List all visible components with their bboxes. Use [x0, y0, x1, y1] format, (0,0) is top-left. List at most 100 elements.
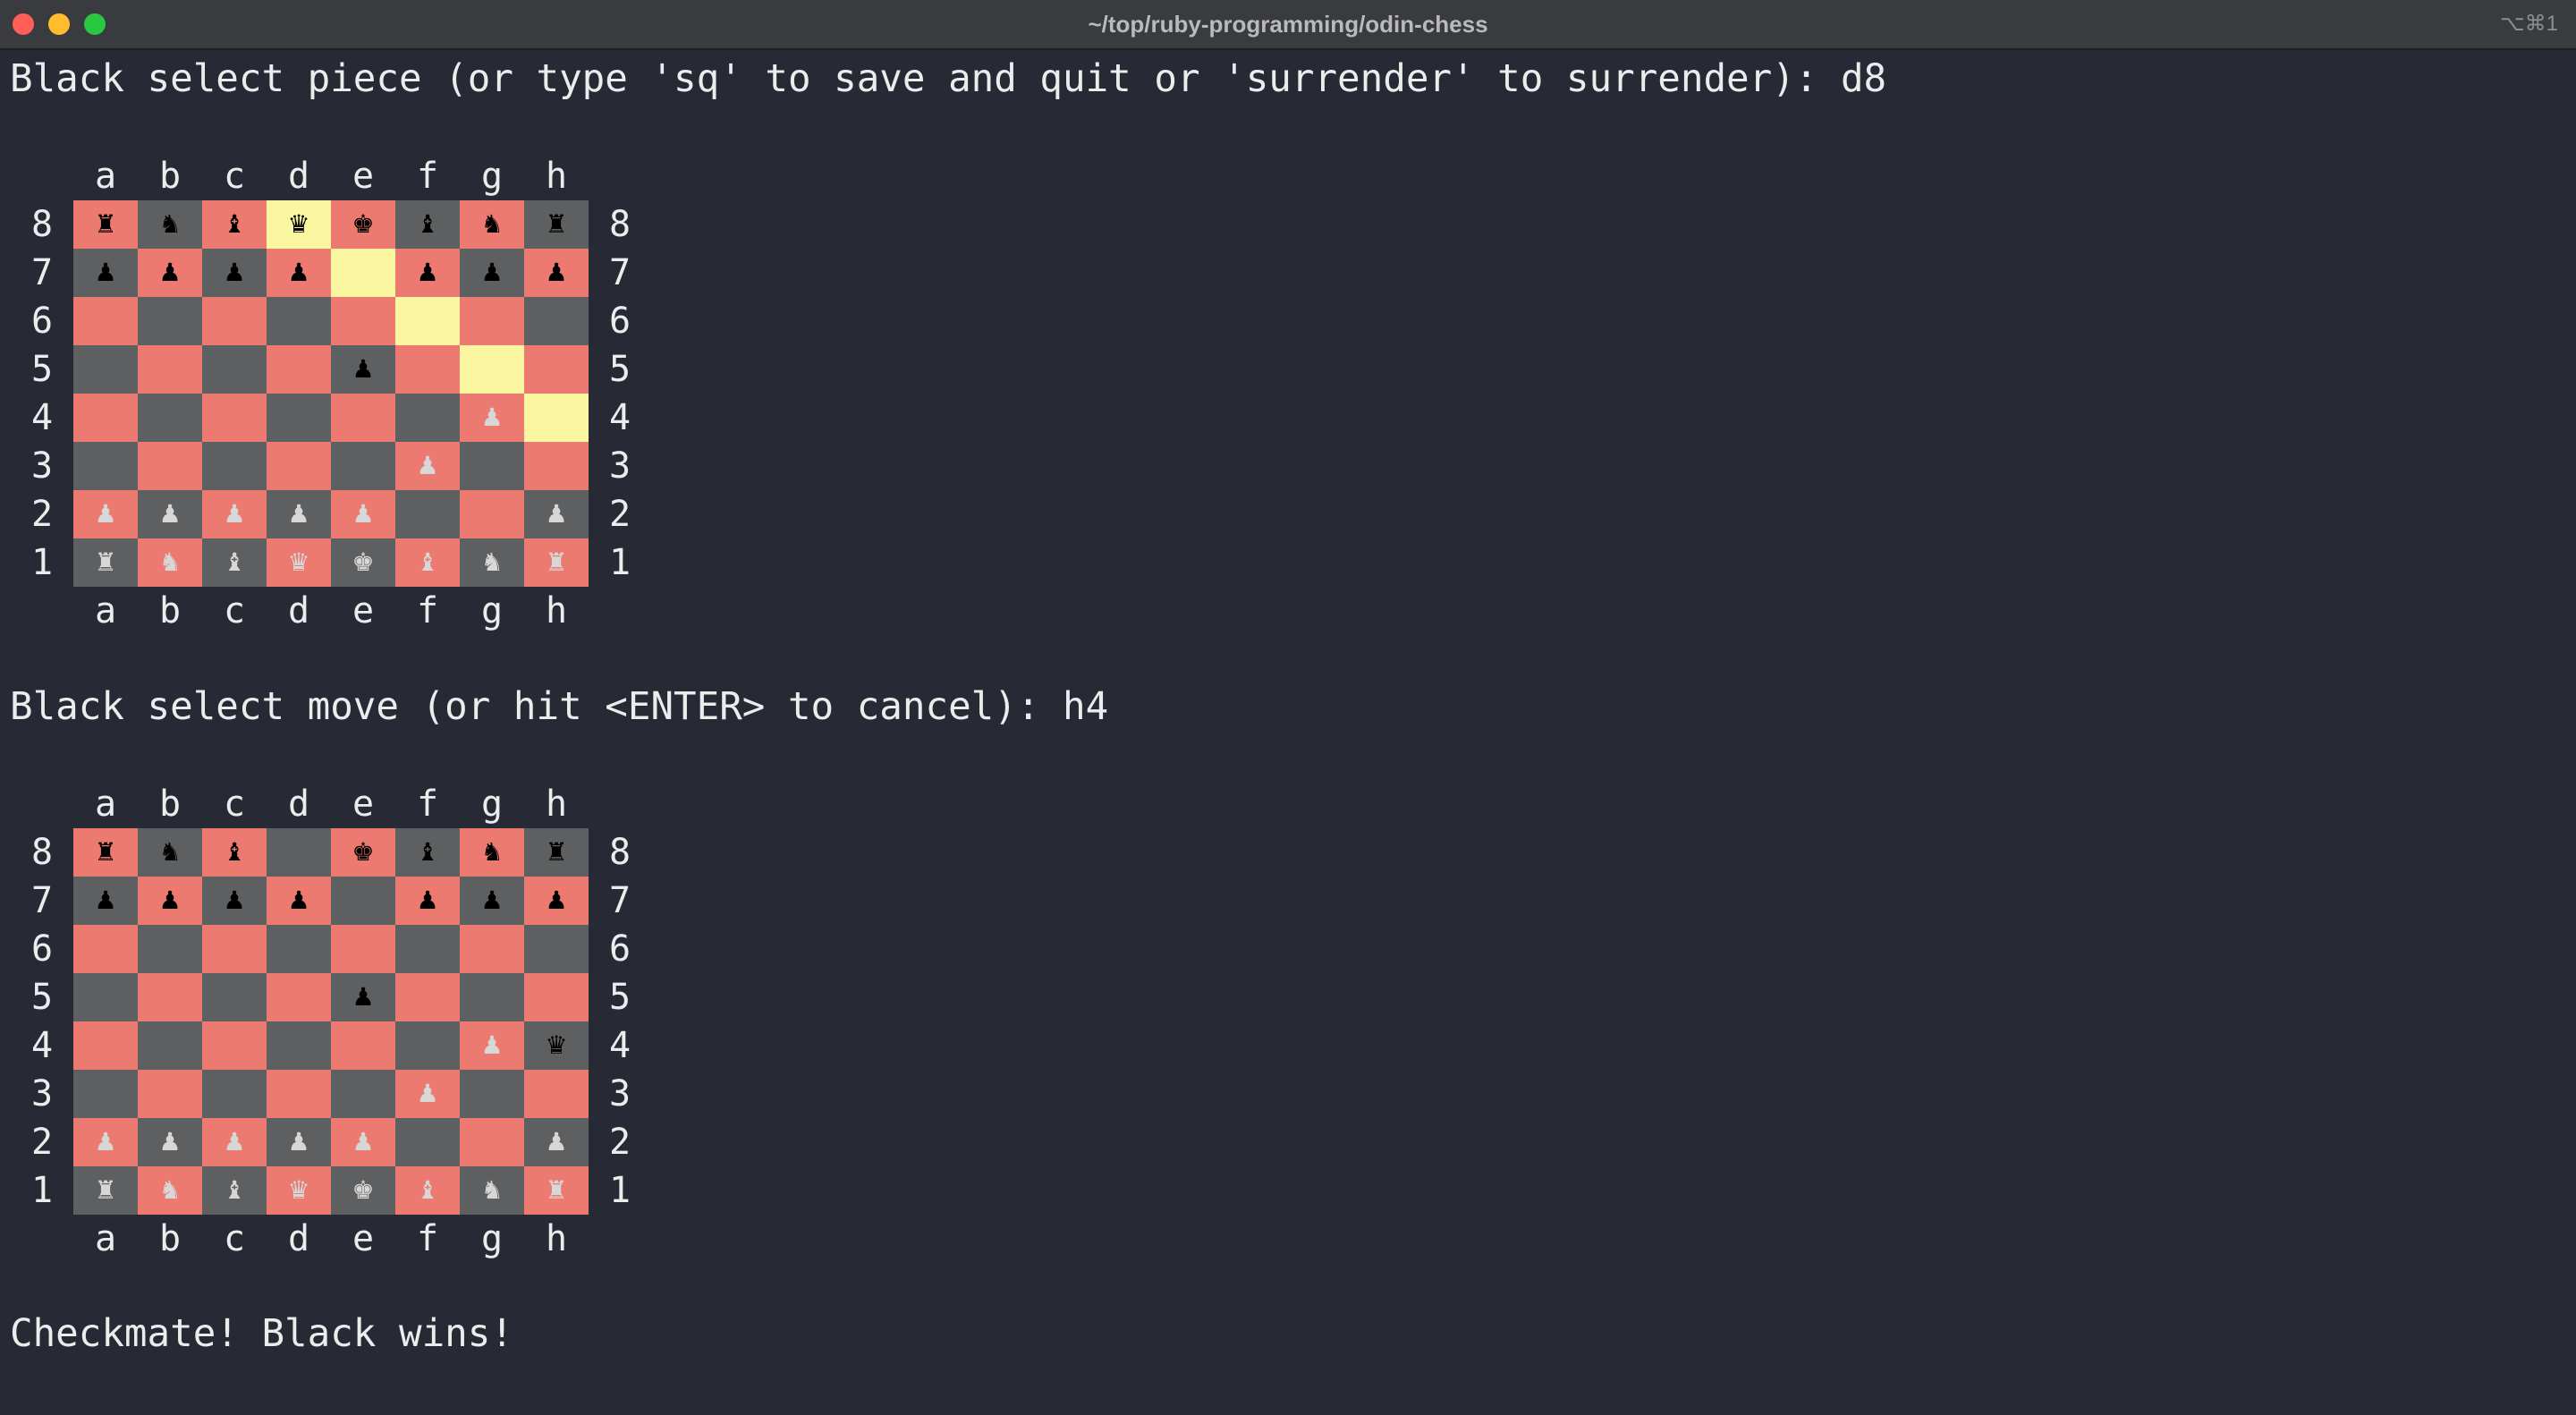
square-e3[interactable] — [331, 442, 395, 490]
square-b2[interactable]: ♟ — [138, 1118, 202, 1166]
square-d2[interactable]: ♟ — [267, 490, 331, 538]
square-b2[interactable]: ♟ — [138, 490, 202, 538]
square-c4[interactable] — [202, 1021, 267, 1070]
square-g1[interactable]: ♞ — [460, 538, 524, 587]
square-f5[interactable] — [395, 345, 460, 394]
square-f7[interactable]: ♟ — [395, 249, 460, 297]
square-a5[interactable] — [73, 345, 138, 394]
square-e5[interactable]: ♟ — [331, 345, 395, 394]
square-h4[interactable]: ♛ — [524, 1021, 589, 1070]
square-e6[interactable] — [331, 297, 395, 345]
square-f1[interactable]: ♝ — [395, 538, 460, 587]
square-e1[interactable]: ♚ — [331, 1166, 395, 1215]
square-b8[interactable]: ♞ — [138, 828, 202, 877]
square-f8[interactable]: ♝ — [395, 200, 460, 249]
square-d5[interactable] — [267, 345, 331, 394]
square-g8[interactable]: ♞ — [460, 200, 524, 249]
square-a2[interactable]: ♟ — [73, 490, 138, 538]
square-e2[interactable]: ♟ — [331, 490, 395, 538]
square-h4[interactable] — [524, 394, 589, 442]
square-e6[interactable] — [331, 925, 395, 973]
square-g5[interactable] — [460, 345, 524, 394]
square-a1[interactable]: ♜ — [73, 538, 138, 587]
square-g6[interactable] — [460, 925, 524, 973]
square-a3[interactable] — [73, 1070, 138, 1118]
square-f2[interactable] — [395, 1118, 460, 1166]
square-h7[interactable]: ♟ — [524, 249, 589, 297]
square-b7[interactable]: ♟ — [138, 877, 202, 925]
square-b3[interactable] — [138, 442, 202, 490]
square-e5[interactable]: ♟ — [331, 973, 395, 1021]
square-c8[interactable]: ♝ — [202, 828, 267, 877]
square-b4[interactable] — [138, 1021, 202, 1070]
square-f6[interactable] — [395, 925, 460, 973]
square-b4[interactable] — [138, 394, 202, 442]
square-d1[interactable]: ♛ — [267, 1166, 331, 1215]
square-a4[interactable] — [73, 394, 138, 442]
square-d7[interactable]: ♟ — [267, 877, 331, 925]
square-d6[interactable] — [267, 925, 331, 973]
square-c3[interactable] — [202, 1070, 267, 1118]
square-c6[interactable] — [202, 925, 267, 973]
square-b8[interactable]: ♞ — [138, 200, 202, 249]
square-e3[interactable] — [331, 1070, 395, 1118]
square-f2[interactable] — [395, 490, 460, 538]
square-h1[interactable]: ♜ — [524, 1166, 589, 1215]
square-h8[interactable]: ♜ — [524, 200, 589, 249]
square-c1[interactable]: ♝ — [202, 1166, 267, 1215]
square-h5[interactable] — [524, 345, 589, 394]
square-b6[interactable] — [138, 925, 202, 973]
square-g2[interactable] — [460, 490, 524, 538]
square-b3[interactable] — [138, 1070, 202, 1118]
square-g4[interactable]: ♟ — [460, 394, 524, 442]
square-h6[interactable] — [524, 297, 589, 345]
square-a6[interactable] — [73, 925, 138, 973]
square-c2[interactable]: ♟ — [202, 490, 267, 538]
square-c8[interactable]: ♝ — [202, 200, 267, 249]
square-d1[interactable]: ♛ — [267, 538, 331, 587]
square-d6[interactable] — [267, 297, 331, 345]
square-g1[interactable]: ♞ — [460, 1166, 524, 1215]
square-f4[interactable] — [395, 394, 460, 442]
square-h6[interactable] — [524, 925, 589, 973]
square-g7[interactable]: ♟ — [460, 249, 524, 297]
square-f7[interactable]: ♟ — [395, 877, 460, 925]
square-h5[interactable] — [524, 973, 589, 1021]
square-g3[interactable] — [460, 1070, 524, 1118]
square-c3[interactable] — [202, 442, 267, 490]
square-h2[interactable]: ♟ — [524, 1118, 589, 1166]
square-d3[interactable] — [267, 442, 331, 490]
square-d4[interactable] — [267, 1021, 331, 1070]
square-a5[interactable] — [73, 973, 138, 1021]
square-c5[interactable] — [202, 345, 267, 394]
square-f6[interactable] — [395, 297, 460, 345]
square-a2[interactable]: ♟ — [73, 1118, 138, 1166]
square-a1[interactable]: ♜ — [73, 1166, 138, 1215]
square-a4[interactable] — [73, 1021, 138, 1070]
square-a6[interactable] — [73, 297, 138, 345]
square-g2[interactable] — [460, 1118, 524, 1166]
square-g3[interactable] — [460, 442, 524, 490]
square-e7[interactable] — [331, 249, 395, 297]
square-f3[interactable]: ♟ — [395, 442, 460, 490]
square-f5[interactable] — [395, 973, 460, 1021]
square-g4[interactable]: ♟ — [460, 1021, 524, 1070]
square-a7[interactable]: ♟ — [73, 877, 138, 925]
square-b1[interactable]: ♞ — [138, 1166, 202, 1215]
square-e1[interactable]: ♚ — [331, 538, 395, 587]
square-c7[interactable]: ♟ — [202, 249, 267, 297]
square-f3[interactable]: ♟ — [395, 1070, 460, 1118]
square-f1[interactable]: ♝ — [395, 1166, 460, 1215]
square-g5[interactable] — [460, 973, 524, 1021]
square-c2[interactable]: ♟ — [202, 1118, 267, 1166]
square-h8[interactable]: ♜ — [524, 828, 589, 877]
square-d7[interactable]: ♟ — [267, 249, 331, 297]
square-b5[interactable] — [138, 973, 202, 1021]
square-a7[interactable]: ♟ — [73, 249, 138, 297]
square-c7[interactable]: ♟ — [202, 877, 267, 925]
square-d5[interactable] — [267, 973, 331, 1021]
square-b5[interactable] — [138, 345, 202, 394]
square-d8[interactable] — [267, 828, 331, 877]
square-g8[interactable]: ♞ — [460, 828, 524, 877]
square-d4[interactable] — [267, 394, 331, 442]
